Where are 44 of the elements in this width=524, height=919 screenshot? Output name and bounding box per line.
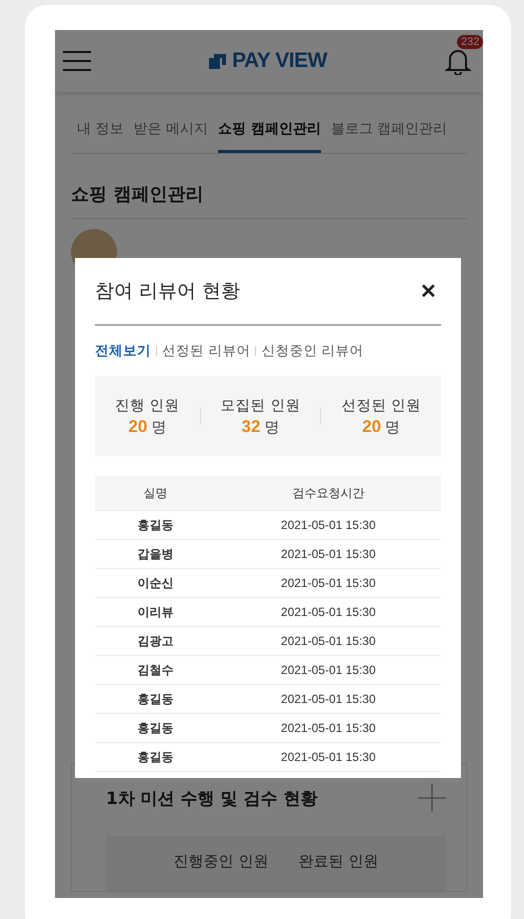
bell-icon[interactable] xyxy=(444,47,471,75)
table-cell: 홍길동 xyxy=(95,714,216,742)
mission-title: 1차 미션 수행 및 검수 현황 xyxy=(106,788,318,810)
close-button[interactable]: ✕ xyxy=(416,278,441,304)
table-cell: 홍길동 xyxy=(95,684,216,714)
notification-badge: 232 xyxy=(456,35,483,49)
stat-label: 진행중인 인원 xyxy=(174,852,268,871)
stat-label: 진행 인원 xyxy=(115,396,180,414)
table-cell: 2021-05-01 15:30 xyxy=(216,626,441,656)
logo-text: PAY VIEW xyxy=(232,49,327,73)
filter-link[interactable]: 전체보기 xyxy=(95,342,151,360)
table-cell: 2021-05-01 15:30 xyxy=(216,598,441,626)
table-cell: 2021-05-01 15:30 xyxy=(216,714,441,742)
stat-unit: 명 xyxy=(264,418,280,436)
stat-label: 모집된 인원 xyxy=(220,396,300,414)
stat-value: 20 xyxy=(362,416,382,436)
stat-value: 20 xyxy=(128,416,148,436)
stat-label: 선정된 인원 xyxy=(341,396,421,414)
filter-link[interactable]: 선정된 리뷰어 xyxy=(162,342,250,360)
table-cell: 이순신 xyxy=(95,568,216,598)
table-cell: 2021-05-01 15:30 xyxy=(216,510,441,540)
modal-title: 참여 리뷰어 현황 xyxy=(95,279,240,304)
logo-icon xyxy=(209,54,226,68)
table-cell: 홍길동 xyxy=(95,742,216,772)
table-cell: 2021-05-01 15:30 xyxy=(216,540,441,568)
table-cell: 홍길동 xyxy=(95,510,216,540)
section-title: 쇼핑 캠페인관리 xyxy=(71,182,467,219)
table-cell: 김철수 xyxy=(95,656,216,684)
column-header: 검수요청시간 xyxy=(216,476,441,510)
menu-icon[interactable] xyxy=(63,51,91,71)
table-cell: 2021-05-01 15:30 xyxy=(216,684,441,714)
table-cell: 이리뷰 xyxy=(95,598,216,626)
column-header: 실명 xyxy=(95,476,216,510)
filter-link[interactable]: 신청중인 리뷰어 xyxy=(261,342,364,360)
stat-unit: 명 xyxy=(385,418,400,436)
table-cell: 갑을병 xyxy=(95,540,216,568)
table-cell: 2021-05-01 15:30 xyxy=(216,742,441,772)
tab[interactable]: 쇼핑 캠페인관리 xyxy=(218,116,321,153)
table-cell: 2021-05-01 15:30 xyxy=(216,656,441,684)
stat-value: 32 xyxy=(242,416,260,436)
table-cell: 김광고 xyxy=(95,626,216,656)
table-cell: 2021-05-01 15:30 xyxy=(216,568,441,598)
stat-unit: 명 xyxy=(151,418,166,436)
stat-label: 완료된 인원 xyxy=(298,852,378,871)
